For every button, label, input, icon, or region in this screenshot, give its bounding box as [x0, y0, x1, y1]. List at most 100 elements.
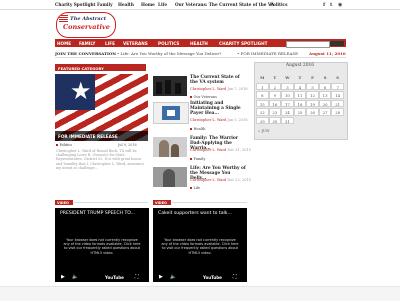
facebook-icon[interactable]: f: [323, 2, 325, 8]
ticker-item[interactable]: • Life: Are You Worthy of the Message Yo…: [117, 51, 221, 56]
nav-health[interactable]: HEALTH: [190, 41, 208, 46]
video-label: VIDEO: [153, 200, 171, 205]
divider: [74, 202, 148, 203]
calendar-grid: M T W T F S S 1 2 3 4 5 6 7 8 9 10 11 12…: [256, 74, 344, 125]
star-icon: ★: [70, 77, 92, 105]
calendar-day: 26: [306, 108, 319, 116]
nav-family[interactable]: FAMILY: [79, 41, 95, 46]
post-category[interactable]: Our Veterans: [190, 95, 217, 99]
play-icon[interactable]: ▶: [159, 274, 163, 280]
calendar-day: 6: [318, 82, 332, 90]
post-category[interactable]: Family: [190, 157, 205, 161]
nav-veterans[interactable]: VETERANS: [123, 41, 148, 46]
calendar-day: 22: [256, 108, 269, 116]
topbar-link-health[interactable]: Health: [118, 2, 134, 7]
calendar-weekday: S: [323, 75, 327, 80]
youtube-logo[interactable]: YouTube: [203, 275, 222, 280]
post-author[interactable]: Christopher L. Ward Jan 7, 2016: [190, 87, 248, 91]
post-thumbnail[interactable]: [153, 76, 187, 96]
post-thumbnail[interactable]: [153, 137, 187, 157]
search-input[interactable]: [286, 40, 330, 48]
nav-charity-spotlight[interactable]: CHARITY SPOTLIGHT: [219, 41, 267, 46]
search-button[interactable]: [330, 40, 344, 46]
video-title[interactable]: PRESIDENT TRUMP SPEECH TO...: [60, 211, 135, 216]
calendar-day: 5: [306, 82, 319, 90]
calendar-day: 2: [268, 82, 282, 90]
calendar-day: 8: [256, 91, 269, 99]
fullscreen-icon[interactable]: ⛶: [135, 274, 139, 280]
youtube-logo[interactable]: YouTube: [105, 275, 124, 280]
video-label: VIDEO: [55, 200, 73, 205]
fullscreen-icon[interactable]: ⛶: [233, 274, 237, 280]
calendar-day: 21: [331, 99, 344, 107]
calendar-day: 31: [281, 116, 294, 124]
video-error-message: Your browser does not currently recogniz…: [161, 238, 239, 255]
topbar-link-home[interactable]: Home: [141, 2, 155, 7]
ticker-item[interactable]: • FOR IMMEDIATE RELEASE: [237, 51, 298, 56]
video-title[interactable]: Cakeit supporters want to talk...: [158, 211, 232, 216]
calendar-day: 24: [281, 108, 294, 116]
twitter-icon[interactable]: t: [330, 2, 332, 8]
post-thumbnail[interactable]: [153, 167, 187, 187]
calendar-day: 12: [306, 91, 319, 99]
video-player[interactable]: PRESIDENT TRUMP SPEECH TO... Your browse…: [55, 208, 149, 282]
post-category[interactable]: Health: [190, 127, 206, 131]
nav-life[interactable]: LIFE: [105, 41, 115, 46]
calendar-day: 19: [306, 99, 319, 107]
flag-icon: [59, 15, 68, 22]
featured-meta: Politics Jul 9, 2016: [56, 143, 148, 147]
calendar-prev-link[interactable]: « JUN: [258, 128, 270, 133]
calendar-day: 30: [268, 116, 282, 124]
volume-icon[interactable]: 🔈: [170, 274, 176, 280]
calendar-day: 28: [331, 108, 344, 116]
calendar-weekday: M: [260, 75, 265, 80]
topbar-link-charity[interactable]: Charity Spotlight: [55, 2, 95, 7]
calendar-day: 27: [318, 108, 332, 116]
top-bar: Charity Spotlight Family Health Home Lif…: [0, 0, 400, 10]
featured-image[interactable]: ★ FOR IMMEDIATE RELEASE: [55, 74, 148, 141]
calendar-day: 4: [293, 82, 307, 90]
site-logo[interactable]: The Abstract Conservative: [56, 12, 116, 38]
calendar-day: 7: [331, 82, 344, 90]
rss-icon[interactable]: ◉: [338, 2, 342, 8]
post-title[interactable]: Initiating and Maintaining a Single Paye…: [190, 101, 248, 116]
play-icon[interactable]: ▶: [61, 274, 65, 280]
calendar-day: 15: [256, 99, 269, 107]
news-ticker: JOIN THE CONVERSATION • Life: Are You Wo…: [55, 49, 346, 58]
post-author[interactable]: Christopher L. Ward Dec 31, 2015: [190, 148, 251, 152]
calendar-title: August 2016: [285, 63, 315, 68]
featured-category-label: FEATURED CATEGORY: [55, 64, 146, 71]
topbar-link-family[interactable]: Family: [97, 2, 113, 7]
calendar-weekday: T: [273, 75, 277, 80]
page-footer-strip: [0, 286, 400, 301]
calendar-weekday: T: [298, 75, 302, 80]
volume-icon[interactable]: 🔈: [72, 274, 78, 280]
ticker-date: August 11, 2016: [309, 50, 346, 56]
calendar-day: 10: [281, 91, 294, 99]
post-category[interactable]: Life: [190, 186, 200, 190]
video-controls: ▶ 🔈 YouTube ⛶: [153, 272, 247, 282]
post-author[interactable]: Christopher L. Ward Dec 22, 2015: [190, 178, 251, 182]
video-player[interactable]: Cakeit supporters want to talk... Your b…: [153, 208, 247, 282]
post-thumbnail[interactable]: [153, 102, 189, 124]
calendar-day: 13: [318, 91, 332, 99]
topbar-link-veterans[interactable]: Our Veterans: The Current State of the V…: [175, 2, 274, 7]
calendar-day: 29: [256, 116, 269, 124]
video-controls: ▶ 🔈 YouTube ⛶: [55, 272, 149, 282]
post-author[interactable]: Christopher L. Ward Jan 5, 2016: [190, 118, 248, 122]
calendar-day: 3: [281, 82, 294, 90]
nav-home[interactable]: HOME: [57, 41, 71, 46]
topbar-link-life[interactable]: Life: [158, 2, 167, 7]
featured-caption[interactable]: FOR IMMEDIATE RELEASE: [55, 131, 148, 141]
featured-excerpt: Christopher L. Ward of Round Rock, TX wi…: [56, 149, 145, 170]
logo-line2: Conservative: [63, 23, 110, 31]
calendar-day: 14: [331, 91, 344, 99]
calendar-day: 25: [293, 108, 307, 116]
calendar-day: 1: [256, 82, 269, 90]
nav-politics[interactable]: POLITICS: [158, 41, 179, 46]
calendar-day: 20: [318, 99, 332, 107]
ticker-label: JOIN THE CONVERSATION: [55, 50, 117, 56]
post-title[interactable]: The Current State of the VA system: [190, 75, 248, 86]
calendar-day: 18: [293, 99, 307, 107]
topbar-link-politics[interactable]: Politics: [270, 2, 287, 7]
